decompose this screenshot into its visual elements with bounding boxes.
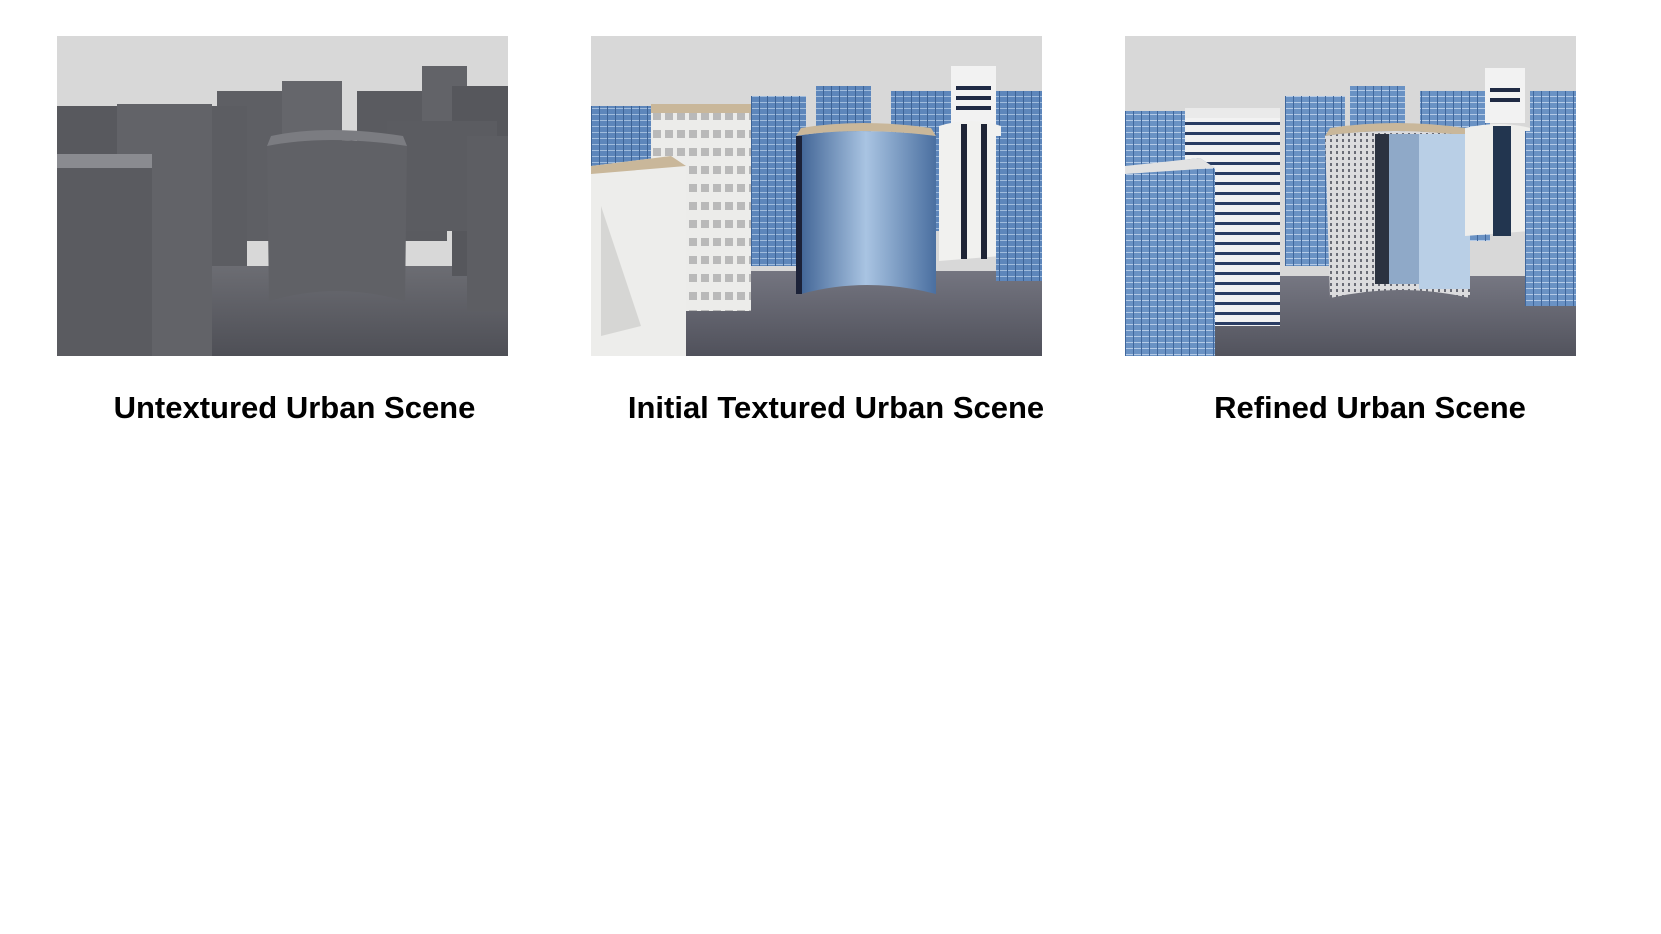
panel-caption-untextured: Untextured Urban Scene [113,390,476,425]
refined-scene-image [1125,36,1576,356]
panel-caption-initial-textured: Initial Textured Urban Scene [627,390,1045,425]
initial-textured-scene-image [591,36,1042,356]
initial-textured-scene-render [591,36,1042,356]
untextured-scene-render [57,36,508,356]
panel-caption-refined: Refined Urban Scene [1214,390,1526,425]
refined-scene-render [1125,36,1576,356]
untextured-scene-image [57,36,508,356]
